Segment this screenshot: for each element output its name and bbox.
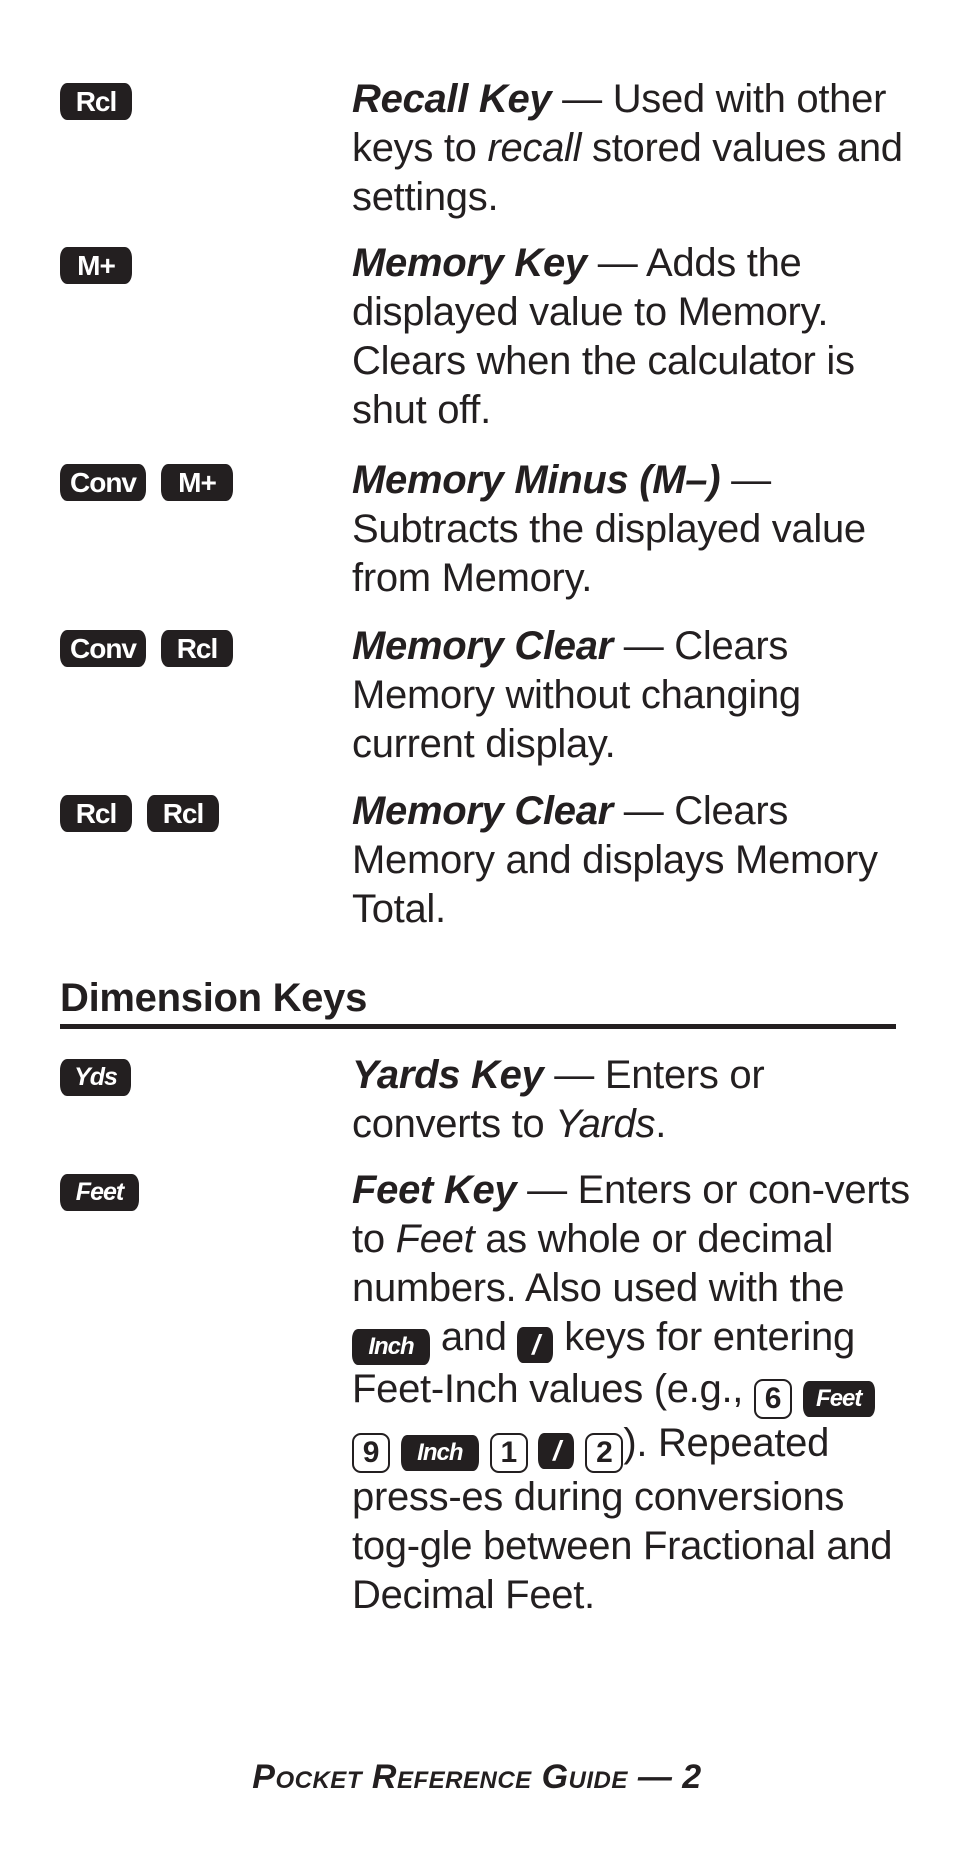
section-heading: Dimension Keys bbox=[60, 976, 368, 1020]
key-combo: Feet bbox=[60, 1174, 139, 1211]
key-combo: Conv M+ bbox=[60, 464, 233, 501]
entry-description: Yards Key — Enters or converts to Yards. bbox=[352, 1051, 912, 1149]
entry-title: Feet Key bbox=[352, 1168, 517, 1212]
digit-9-key-icon: 9 bbox=[352, 1433, 390, 1473]
memory-plus-key-icon: M+ bbox=[161, 464, 233, 501]
entry-title: Memory Minus (M–) bbox=[352, 458, 721, 502]
entry-description: Memory Clear — Clears Memory and display… bbox=[352, 787, 912, 934]
em-dash: — bbox=[516, 1168, 578, 1212]
fraction-slash-key-icon: / bbox=[538, 1433, 575, 1469]
inch-key-icon: Inch bbox=[400, 1435, 479, 1471]
entry-description: Memory Clear — Clears Memory without cha… bbox=[352, 622, 912, 769]
memory-plus-key-icon: M+ bbox=[60, 247, 132, 284]
em-dash: — bbox=[551, 77, 613, 121]
conv-key-icon: Conv bbox=[60, 630, 146, 667]
key-combo: Rcl Rcl bbox=[60, 795, 219, 832]
rcl-key-icon: Rcl bbox=[60, 795, 132, 832]
entry-title: Recall Key bbox=[352, 77, 552, 121]
entry-text: and bbox=[430, 1315, 518, 1359]
entry-title: Memory Clear bbox=[352, 789, 613, 833]
key-combo: Rcl bbox=[60, 83, 132, 120]
digit-2-key-icon: 2 bbox=[585, 1433, 624, 1473]
key-combo: Yds bbox=[60, 1059, 131, 1096]
section-divider bbox=[60, 1024, 896, 1029]
conv-key-icon: Conv bbox=[60, 464, 146, 501]
rcl-key-icon: Rcl bbox=[60, 83, 132, 120]
fraction-slash-key-icon: / bbox=[517, 1327, 554, 1363]
key-combo: M+ bbox=[60, 247, 132, 284]
yards-key-icon: Yds bbox=[60, 1059, 131, 1096]
digit-6-key-icon: 6 bbox=[753, 1379, 792, 1419]
page-footer: Pocket Reference Guide — 2 bbox=[252, 1758, 702, 1796]
em-dash: — bbox=[612, 789, 675, 833]
entry-description: Memory Minus (M–) — Subtracts the displa… bbox=[352, 456, 912, 603]
inch-key-icon: Inch bbox=[352, 1329, 430, 1365]
entry-italic-term: Feet bbox=[395, 1217, 475, 1261]
key-combo: Conv Rcl bbox=[60, 630, 233, 667]
entry-description: Memory Key — Adds the displayed value to… bbox=[352, 239, 912, 435]
entry-title: Yards Key bbox=[352, 1053, 544, 1097]
entry-title: Memory Clear bbox=[352, 624, 613, 668]
entry-text: . bbox=[655, 1102, 667, 1146]
entry-description: Recall Key — Used with other keys to rec… bbox=[352, 75, 912, 222]
rcl-key-icon: Rcl bbox=[161, 630, 233, 667]
em-dash: — bbox=[612, 624, 675, 668]
entry-italic-term: Yards bbox=[555, 1102, 656, 1146]
feet-key-icon: Feet bbox=[60, 1174, 139, 1211]
feet-key-icon: Feet bbox=[802, 1381, 875, 1417]
entry-description: Feet Key — Enters or con-verts to Feet a… bbox=[352, 1166, 912, 1620]
em-dash: — bbox=[720, 458, 771, 502]
entry-text: Subtracts the displayed value from Memor… bbox=[352, 507, 866, 600]
entry-title: Memory Key bbox=[352, 241, 587, 285]
em-dash: — bbox=[543, 1053, 605, 1097]
em-dash: — bbox=[586, 241, 646, 285]
entry-italic-term: recall bbox=[487, 126, 582, 170]
rcl-key-icon: Rcl bbox=[147, 795, 219, 832]
digit-1-key-icon: 1 bbox=[489, 1433, 528, 1473]
